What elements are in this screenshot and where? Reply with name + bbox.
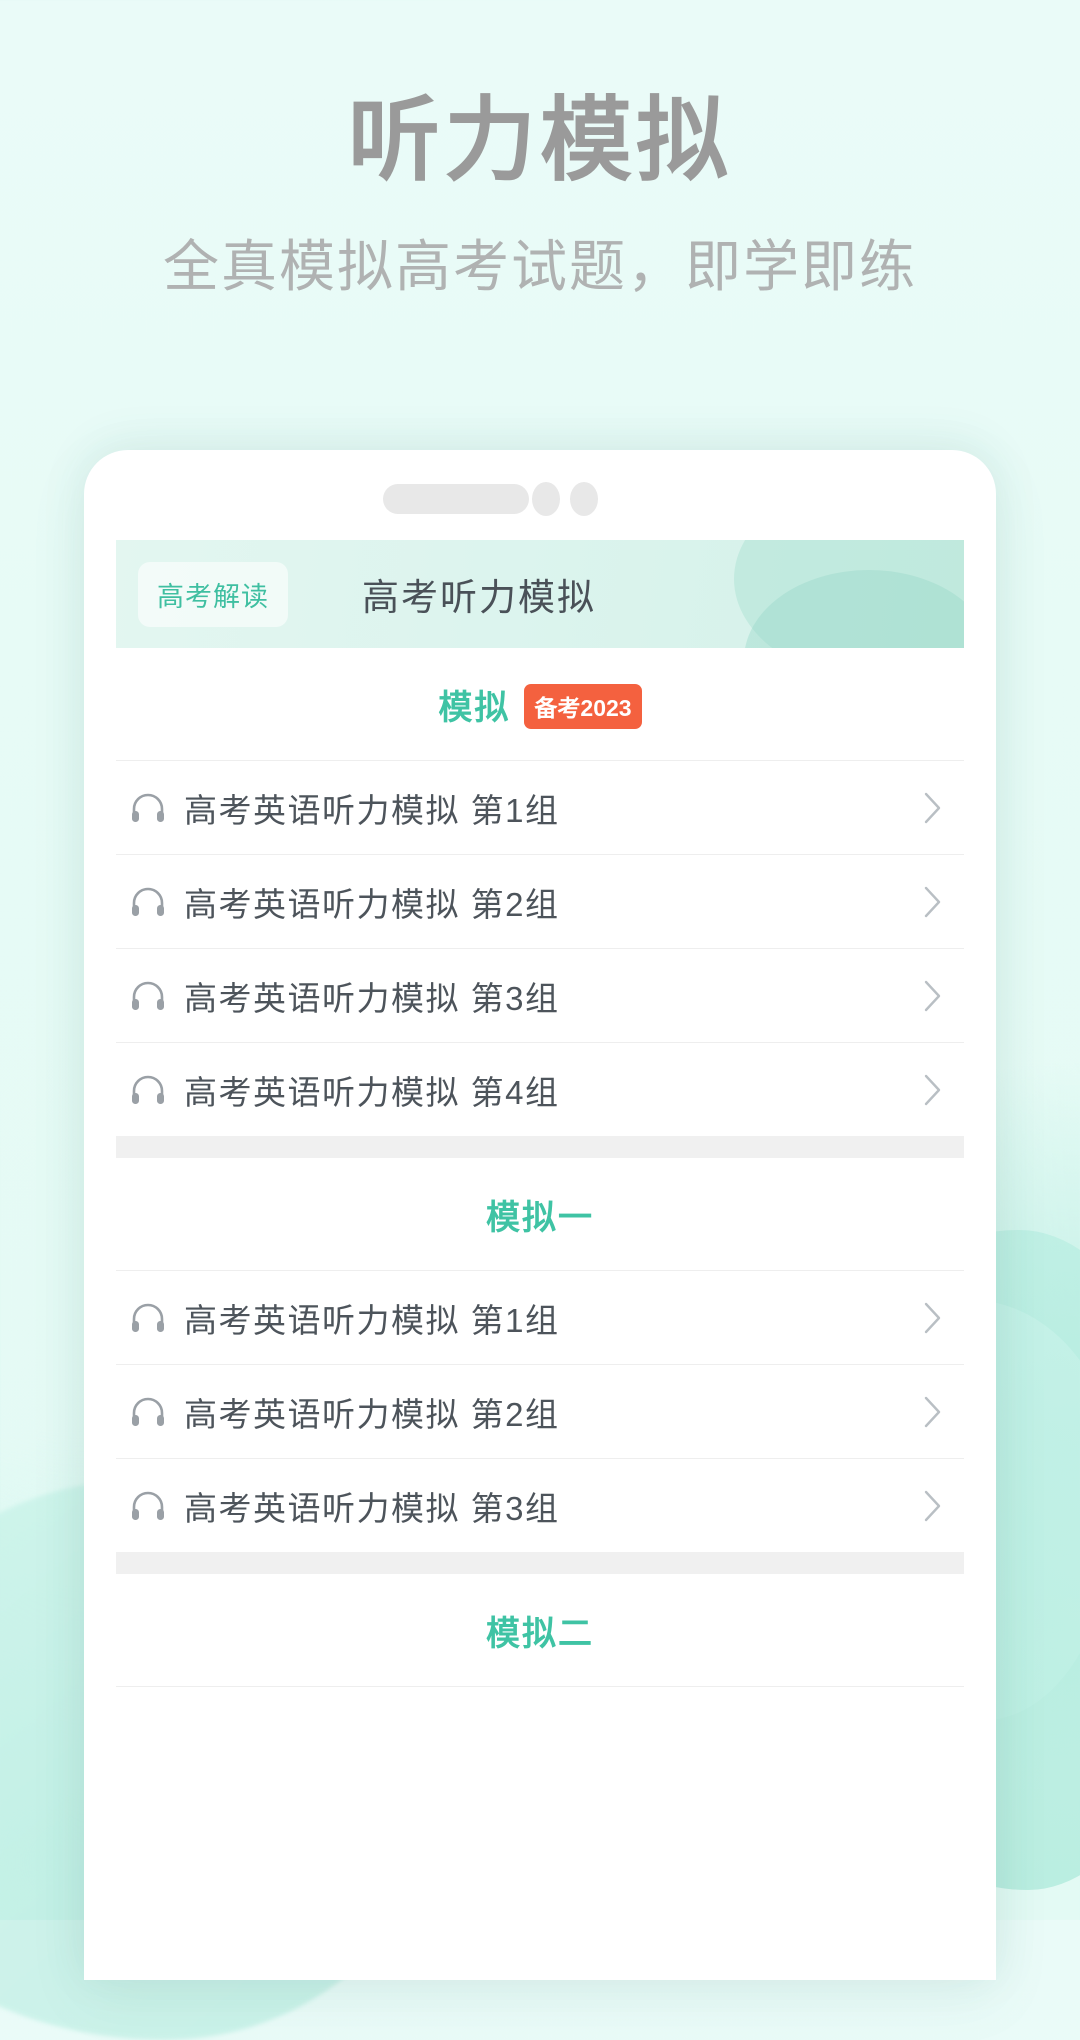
list-item-label: 高考英语听力模拟 第2组 (184, 1395, 560, 1433)
chevron-right-icon (918, 1489, 948, 1523)
status-badge: 备考2023 (524, 683, 642, 729)
section-header: 模拟二 (84, 1574, 996, 1686)
headphone-icon (126, 1303, 170, 1333)
headphone-icon (126, 887, 170, 917)
headphone-icon (126, 1397, 170, 1427)
list-item-label: 高考英语听力模拟 第2组 (184, 885, 560, 923)
list-item-label: 高考英语听力模拟 第3组 (184, 1489, 560, 1527)
status-capsule-bar (84, 450, 996, 540)
capsule-pill-placeholder (383, 484, 529, 514)
tab-header-title: 高考听力模拟 (362, 577, 596, 618)
section-header: 模拟一 (84, 1158, 996, 1270)
section-header: 模拟 备考2023 (84, 648, 996, 760)
list-item-label: 高考英语听力模拟 第1组 (184, 791, 560, 829)
list-item[interactable]: 高考英语听力模拟 第3组 (116, 1458, 964, 1552)
headphone-icon (126, 1491, 170, 1521)
list-item[interactable]: 高考英语听力模拟 第3组 (116, 948, 964, 1042)
headphone-icon (126, 793, 170, 823)
chevron-right-icon (918, 885, 948, 919)
list-item[interactable]: 高考英语听力模拟 第2组 (116, 854, 964, 948)
headphone-icon (126, 1075, 170, 1105)
capsule-dot-icon[interactable] (532, 482, 560, 516)
list-item-label: 高考英语听力模拟 第3组 (184, 979, 560, 1017)
list-item[interactable] (116, 1686, 964, 1780)
section-title: 模拟 (438, 688, 511, 727)
chevron-right-icon (918, 1073, 948, 1107)
list-item[interactable]: 高考英语听力模拟 第4组 (116, 1042, 964, 1136)
phone-mockup: 高考解读 高考听力模拟 模拟 备考2023 高考英语听力模拟 第1组 高考英语听… (84, 450, 996, 1980)
section-title: 模拟一 (486, 1198, 594, 1237)
headphone-icon (126, 981, 170, 1011)
tab-gaokao-interpretation[interactable]: 高考解读 (138, 561, 288, 627)
section-title: 模拟二 (486, 1614, 594, 1653)
list-item[interactable]: 高考英语听力模拟 第1组 (116, 1270, 964, 1364)
page-subtitle: 全真模拟高考试题，即学即练 (163, 235, 917, 299)
list-item[interactable]: 高考英语听力模拟 第1组 (116, 760, 964, 854)
list-item-label: 高考英语听力模拟 第4组 (184, 1073, 560, 1111)
content-list: 模拟 备考2023 高考英语听力模拟 第1组 高考英语听力模拟 第2组 高考英语… (84, 648, 996, 1780)
chevron-right-icon (918, 791, 948, 825)
chevron-right-icon (918, 979, 948, 1013)
chevron-right-icon (918, 1301, 948, 1335)
chevron-right-icon (918, 1395, 948, 1429)
list-item-label: 高考英语听力模拟 第1组 (184, 1301, 560, 1339)
app-tab-header: 高考解读 高考听力模拟 (116, 540, 964, 648)
section-divider (116, 1136, 964, 1158)
page-title: 听力模拟 (347, 90, 732, 192)
capsule-dot-icon[interactable] (570, 482, 598, 516)
hero-section: 听力模拟 全真模拟高考试题，即学即练 (0, 0, 1080, 301)
section-divider (116, 1552, 964, 1574)
list-item[interactable]: 高考英语听力模拟 第2组 (116, 1364, 964, 1458)
